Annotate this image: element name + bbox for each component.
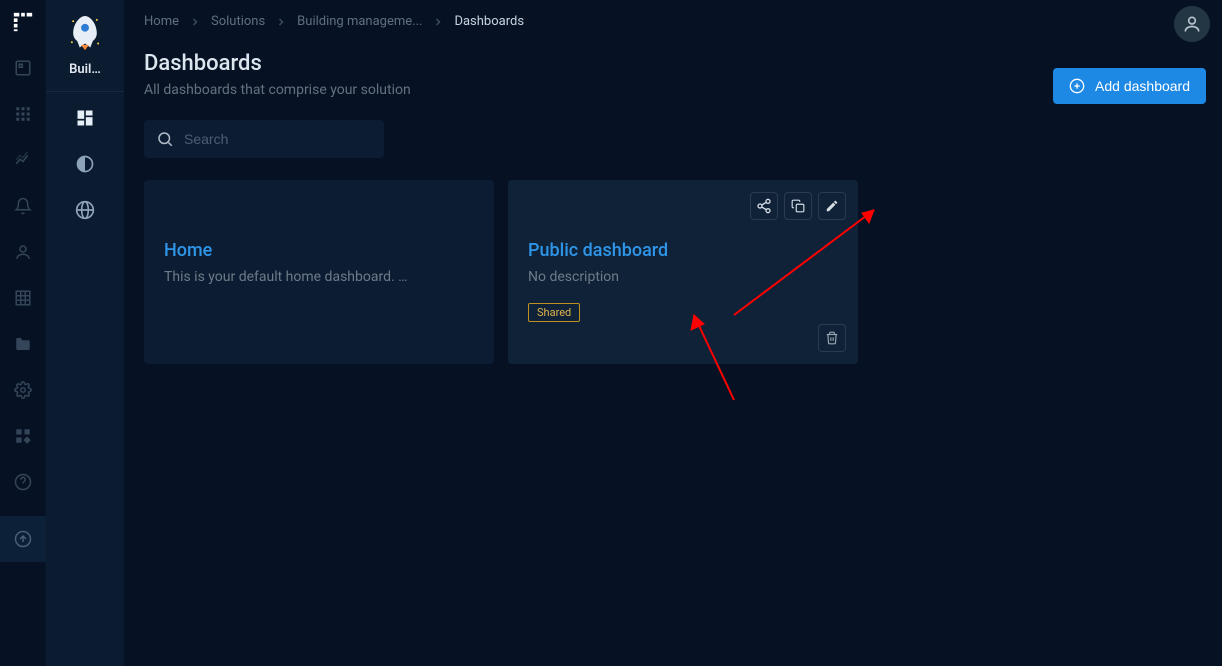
left-rail (0, 0, 46, 666)
rail-widgets-icon[interactable] (11, 424, 35, 448)
breadcrumb-solutions[interactable]: Solutions (211, 14, 265, 29)
card-title[interactable]: Home (164, 240, 474, 261)
shared-badge: Shared (528, 303, 580, 322)
dashboard-cards: Home This is your default home dashboard… (144, 180, 1202, 364)
solution-logo-icon[interactable] (60, 8, 110, 58)
rail-account-icon[interactable] (11, 240, 35, 264)
plus-circle-icon (1069, 78, 1085, 94)
sidebar-item-dashboards[interactable] (73, 106, 97, 130)
chevron-right-icon (275, 16, 287, 28)
chevron-right-icon (432, 16, 444, 28)
rail-dashboard-icon[interactable] (11, 56, 35, 80)
edit-button[interactable] (818, 192, 846, 220)
copy-icon (791, 199, 805, 213)
rail-settings-icon[interactable] (11, 378, 35, 402)
card-description: No description (528, 269, 808, 285)
page-subtitle: All dashboards that comprise your soluti… (144, 82, 1202, 98)
rail-apps-icon[interactable] (11, 102, 35, 126)
breadcrumb-home[interactable]: Home (144, 14, 179, 29)
rail-analytics-icon[interactable] (11, 148, 35, 172)
solution-sidebar: Buil… (46, 0, 124, 666)
search-icon (156, 130, 174, 148)
rail-upload-icon[interactable] (0, 516, 46, 562)
page-header: Dashboards All dashboards that comprise … (144, 51, 1202, 98)
app-logo-icon[interactable] (11, 10, 35, 34)
rail-enterprise-icon[interactable] (11, 286, 35, 310)
breadcrumb-building[interactable]: Building manageme... (297, 14, 422, 29)
main-content: Home Solutions Building manageme... Dash… (124, 0, 1222, 666)
solution-title: Buil… (69, 62, 101, 77)
card-title[interactable]: Public dashboard (528, 240, 838, 261)
chevron-right-icon (189, 16, 201, 28)
dashboard-card[interactable]: Public dashboard No description Shared (508, 180, 858, 364)
breadcrumb: Home Solutions Building manageme... Dash… (144, 14, 1202, 29)
add-dashboard-button[interactable]: Add dashboard (1053, 68, 1206, 104)
card-description: This is your default home dashboard. … (164, 269, 444, 285)
copy-button[interactable] (784, 192, 812, 220)
divider (46, 91, 124, 92)
dashboard-card[interactable]: Home This is your default home dashboard… (144, 180, 494, 364)
sidebar-item-themes[interactable] (73, 152, 97, 176)
pencil-icon (825, 199, 839, 213)
card-actions (750, 192, 846, 220)
search-field[interactable] (144, 120, 384, 158)
page-title: Dashboards (144, 51, 1202, 76)
sidebar-item-public[interactable] (73, 198, 97, 222)
rail-help-icon[interactable] (11, 470, 35, 494)
trash-icon (825, 331, 839, 345)
rail-folder-icon[interactable] (11, 332, 35, 356)
breadcrumb-current: Dashboards (454, 14, 524, 29)
search-input[interactable] (184, 131, 372, 147)
rail-alerts-icon[interactable] (11, 194, 35, 218)
add-dashboard-label: Add dashboard (1095, 78, 1190, 94)
user-avatar[interactable] (1174, 6, 1210, 42)
share-icon (756, 198, 772, 214)
delete-button[interactable] (818, 324, 846, 352)
share-button[interactable] (750, 192, 778, 220)
